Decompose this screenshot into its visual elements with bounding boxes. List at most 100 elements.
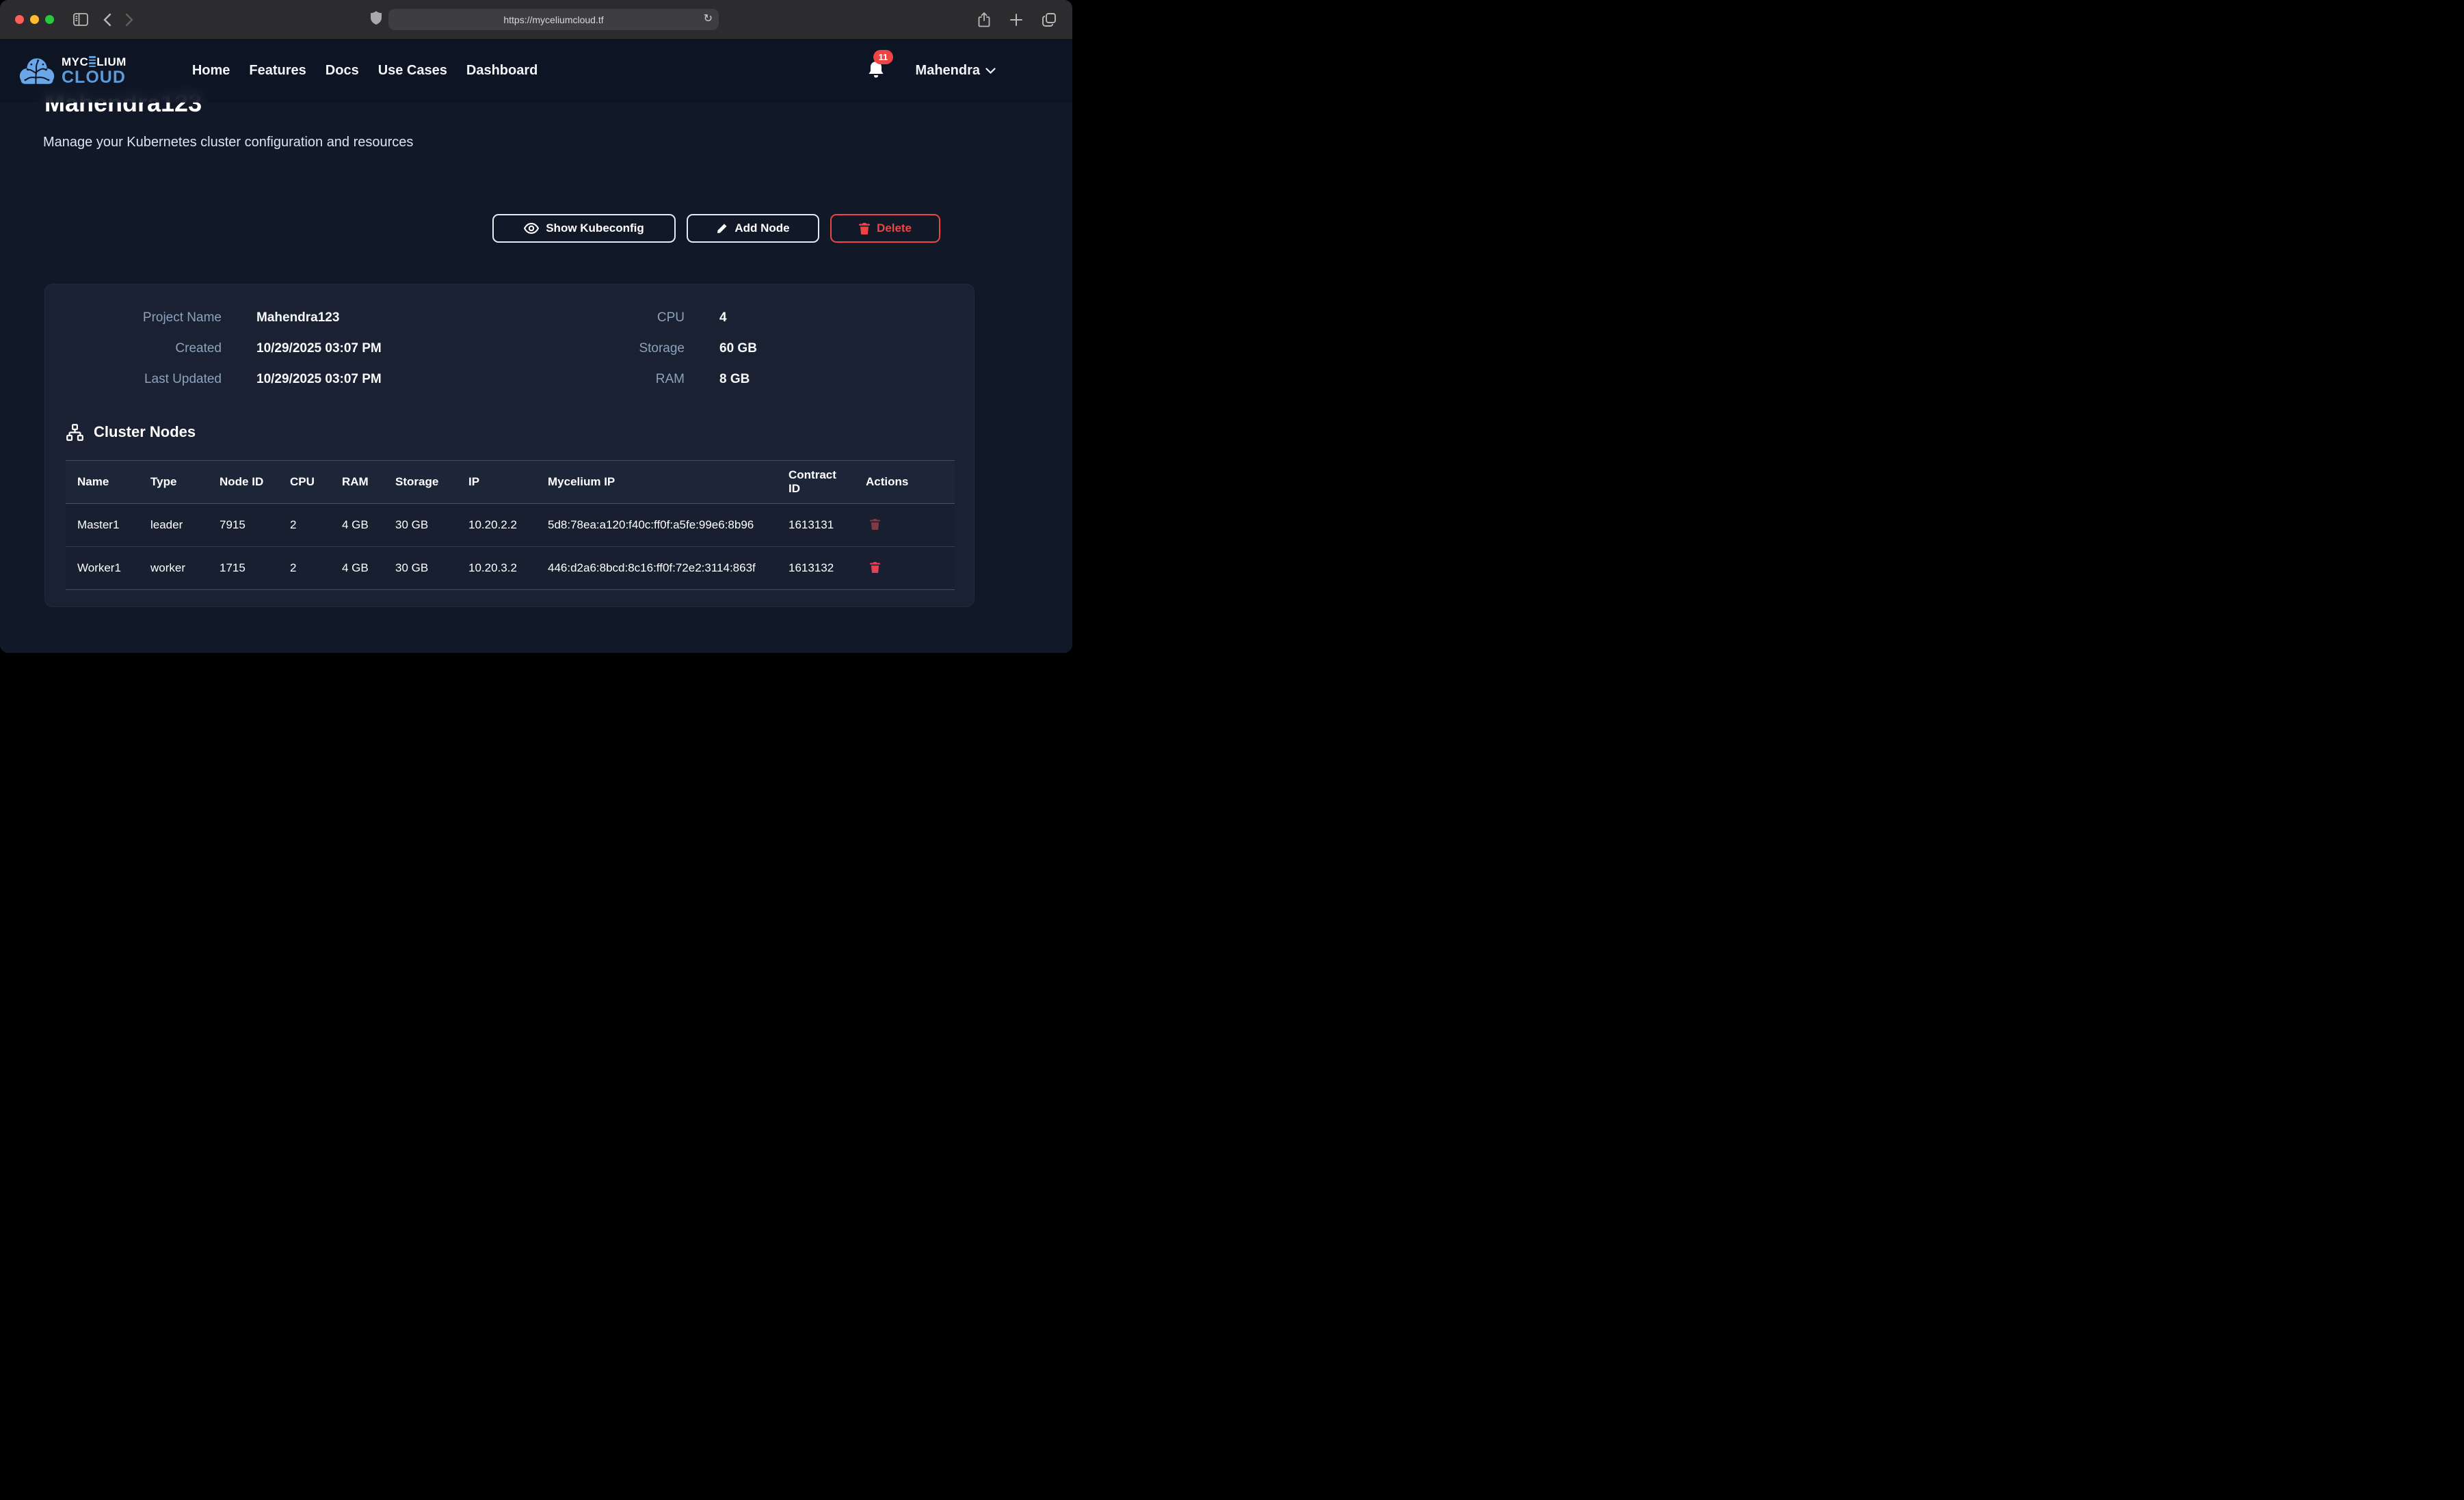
info-row-ram: RAM 8 GB (527, 364, 938, 394)
notification-count-badge: 11 (873, 50, 894, 64)
network-nodes-icon (66, 423, 84, 442)
user-menu-button[interactable]: Mahendra (916, 63, 996, 79)
share-button[interactable] (975, 10, 993, 30)
add-node-label: Add Node (734, 222, 789, 235)
logo-wordmark: MYC LIUM CLOUD (62, 56, 127, 86)
delete-node-button[interactable] (866, 560, 884, 576)
cluster-nodes-title: Cluster Nodes (94, 423, 196, 441)
info-row-project-name: Project Name Mahendra123 (45, 302, 527, 333)
table-row-master1: Master1 leader 7915 2 4 GB 30 GB 10.20.2… (66, 504, 955, 547)
site-logo[interactable]: MYC LIUM CLOUD (19, 55, 127, 87)
col-ip: IP (457, 461, 536, 504)
reload-icon[interactable]: ↻ (704, 12, 713, 25)
delete-cluster-button[interactable]: Delete (830, 214, 940, 243)
ram-label: RAM (527, 372, 685, 387)
nav-links: Home Features Docs Use Cases Dashboard (192, 63, 538, 79)
project-name-value: Mahendra123 (256, 310, 339, 325)
minimize-window-button[interactable] (30, 15, 39, 24)
col-type: Type (139, 461, 208, 504)
trash-icon (859, 222, 870, 235)
storage-value: 60 GB (719, 341, 757, 356)
info-row-cpu: CPU 4 (527, 302, 938, 333)
show-kubeconfig-button[interactable]: Show Kubeconfig (492, 214, 676, 243)
cell-ip: 10.20.2.2 (457, 504, 536, 547)
col-name: Name (66, 461, 139, 504)
site-navbar: MYC LIUM CLOUD Home Features Docs Use Cas… (0, 39, 1072, 103)
nav-link-dashboard[interactable]: Dashboard (466, 63, 538, 78)
browser-toolbar: https://myceliumcloud.tf ↻ (0, 0, 1072, 39)
close-window-button[interactable] (15, 15, 24, 24)
cluster-info-grid: Project Name Mahendra123 Created 10/29/2… (45, 284, 974, 394)
table-row-worker1: Worker1 worker 1715 2 4 GB 30 GB 10.20.3… (66, 547, 955, 590)
cell-ip: 10.20.3.2 (457, 547, 536, 590)
back-button[interactable] (101, 10, 114, 29)
zoom-window-button[interactable] (45, 15, 54, 24)
chevron-down-icon (985, 68, 996, 74)
last-updated-label: Last Updated (45, 372, 222, 387)
cell-contract-id: 1613131 (777, 504, 854, 547)
add-node-button[interactable]: Add Node (687, 214, 819, 243)
cell-name: Master1 (66, 504, 139, 547)
cell-storage: 30 GB (384, 547, 457, 590)
cluster-nodes-table: Name Type Node ID CPU RAM Storage IP Myc… (66, 460, 955, 590)
browser-window: https://myceliumcloud.tf ↻ (0, 0, 1072, 653)
url-text: https://myceliumcloud.tf (503, 14, 603, 25)
show-kubeconfig-label: Show Kubeconfig (546, 222, 644, 235)
col-actions: Actions (854, 461, 955, 504)
cluster-actions-row: Show Kubeconfig Add Node Delete (492, 214, 940, 243)
last-updated-value: 10/29/2025 03:07 PM (256, 372, 382, 387)
nav-link-features[interactable]: Features (249, 63, 306, 78)
cell-cpu: 2 (278, 547, 330, 590)
created-value: 10/29/2025 03:07 PM (256, 341, 382, 356)
new-tab-button[interactable] (1007, 11, 1025, 29)
info-row-last-updated: Last Updated 10/29/2025 03:07 PM (45, 364, 527, 394)
tab-overview-icon (1042, 13, 1056, 27)
cluster-nodes-heading: Cluster Nodes (66, 422, 974, 442)
sidebar-toggle-button[interactable] (70, 10, 91, 29)
info-row-storage: Storage 60 GB (527, 333, 938, 364)
traffic-lights (15, 15, 54, 24)
cell-node-id: 1715 (208, 547, 278, 590)
cell-mycelium-ip: 5d8:78ea:a120:f40c:ff0f:a5fe:99e6:8b96 (536, 504, 777, 547)
pencil-icon (716, 223, 728, 235)
col-cpu: CPU (278, 461, 330, 504)
plus-icon (1010, 14, 1022, 26)
cell-type: worker (139, 547, 208, 590)
nav-link-home[interactable]: Home (192, 63, 230, 78)
cell-mycelium-ip: 446:d2a6:8bcd:8c16:ff0f:72e2:3114:863f (536, 547, 777, 590)
page-subtitle: Manage your Kubernetes cluster configura… (43, 135, 413, 150)
chevron-right-icon (125, 13, 133, 27)
address-bar[interactable]: https://myceliumcloud.tf ↻ (388, 9, 719, 30)
logo-text-myc: MYC (62, 56, 88, 68)
trash-icon (870, 561, 880, 573)
mycelium-logo-icon (19, 55, 55, 87)
ram-value: 8 GB (719, 372, 750, 387)
delete-node-button[interactable] (866, 517, 884, 533)
cell-ram: 4 GB (330, 504, 384, 547)
project-name-label: Project Name (45, 310, 222, 325)
cell-contract-id: 1613132 (777, 547, 854, 590)
tab-overview-button[interactable] (1039, 10, 1059, 29)
col-storage: Storage (384, 461, 457, 504)
cell-cpu: 2 (278, 504, 330, 547)
notification-bell-button[interactable]: 11 (868, 61, 884, 81)
delete-label: Delete (877, 222, 912, 235)
col-ram: RAM (330, 461, 384, 504)
share-icon (978, 12, 990, 27)
logo-text-cloud: CLOUD (62, 69, 127, 86)
chevron-left-icon (103, 13, 111, 27)
cell-node-id: 7915 (208, 504, 278, 547)
cpu-label: CPU (527, 310, 685, 325)
nav-link-docs[interactable]: Docs (326, 63, 359, 78)
user-name: Mahendra (916, 63, 980, 79)
nav-link-use-cases[interactable]: Use Cases (378, 63, 447, 78)
created-label: Created (45, 341, 222, 356)
cell-name: Worker1 (66, 547, 139, 590)
logo-text-lium: LIUM (96, 56, 127, 68)
privacy-shield-icon[interactable] (371, 11, 382, 28)
cluster-info-card: Project Name Mahendra123 Created 10/29/2… (44, 284, 975, 607)
sidebar-icon (73, 13, 88, 26)
page-viewport: Mahendra123 (0, 39, 1072, 653)
col-mycelium-ip: Mycelium IP (536, 461, 777, 504)
forward-button[interactable] (122, 10, 136, 29)
